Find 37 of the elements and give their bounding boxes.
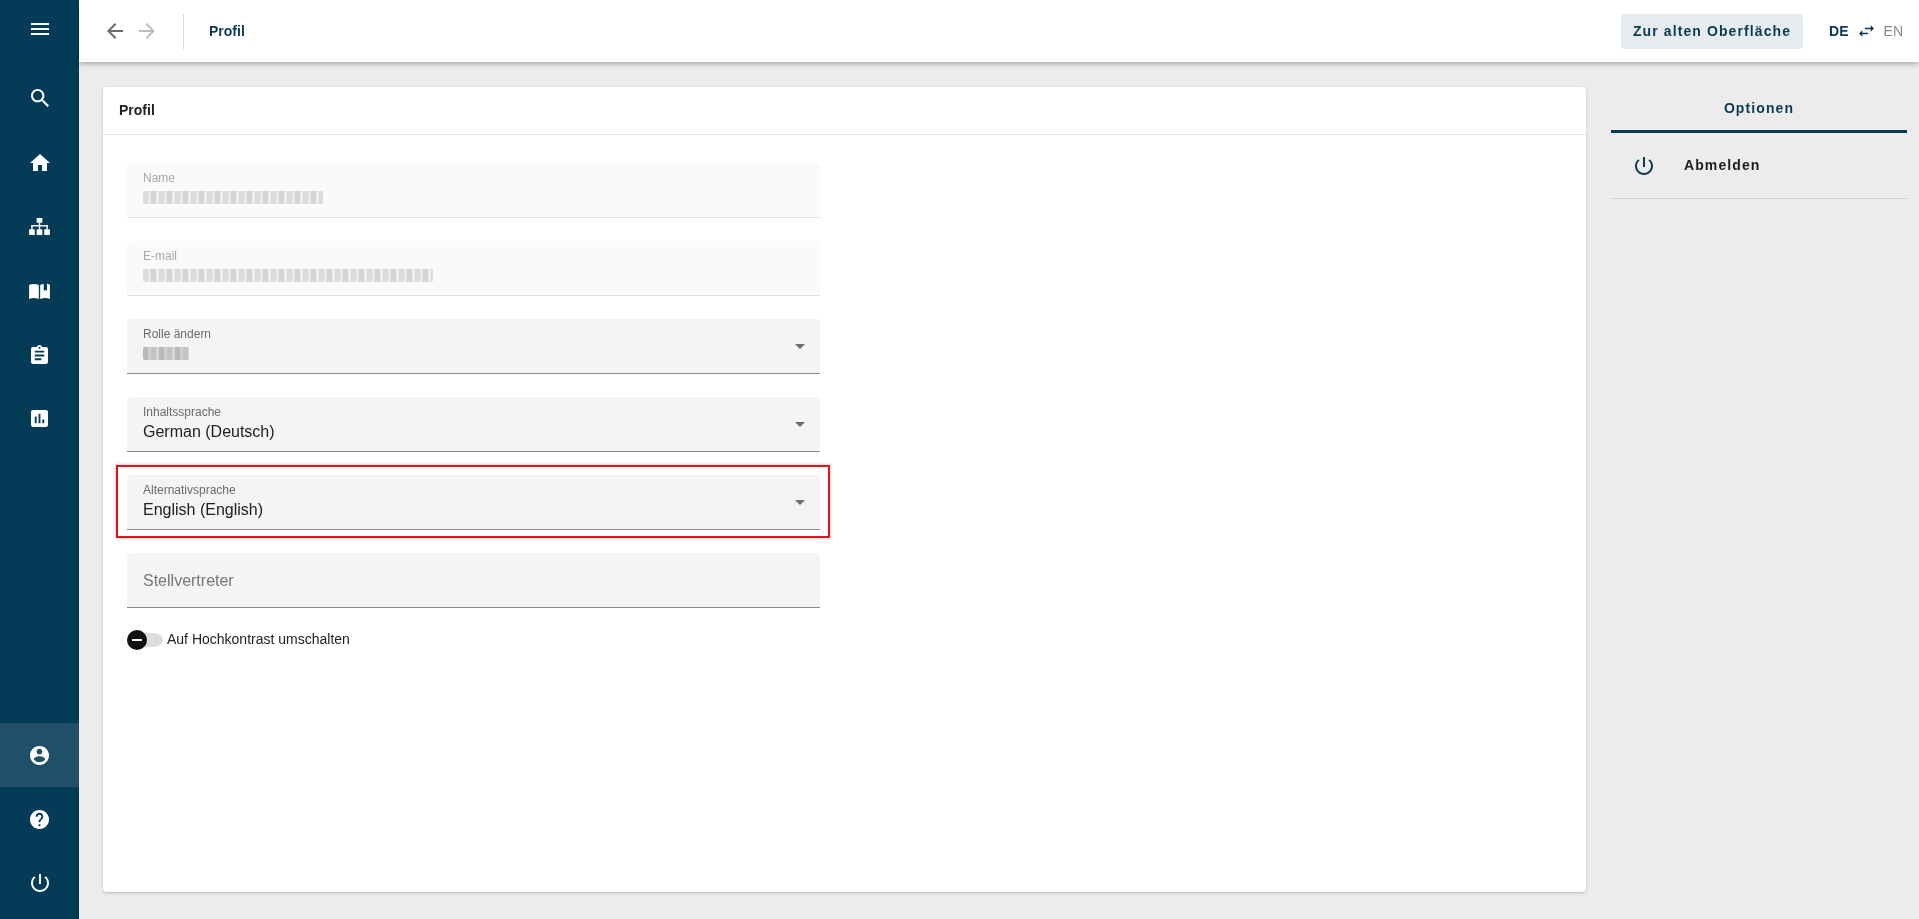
select-field[interactable]: Inhaltssprache German (Deutsch): [127, 397, 820, 452]
help-icon: [30, 809, 49, 829]
select-field[interactable]: Alternativsprache English (English): [127, 475, 820, 530]
clipboard-icon: [31, 344, 48, 364]
field-label: Name: [143, 171, 175, 185]
sidebar-nav-item[interactable]: [0, 723, 79, 787]
select-field[interactable]: Rolle ändern: [127, 319, 820, 374]
toggle-label: Auf Hochkontrast umschalten: [167, 630, 350, 649]
dropdown-arrow-icon: [795, 500, 805, 505]
power-icon: [30, 874, 49, 892]
language-option[interactable]: DE: [1829, 20, 1849, 42]
minus-circle-icon: [127, 629, 147, 650]
toggle-switch[interactable]: [127, 629, 163, 650]
open-book-icon: [29, 281, 50, 299]
field-placeholder: Stellvertreter: [143, 571, 234, 591]
sitemap-icon: [29, 217, 50, 235]
language-option[interactable]: EN: [1883, 20, 1903, 42]
bar-chart-icon: [31, 409, 48, 427]
card-title: Profil: [119, 101, 155, 120]
field-label: Rolle ändern: [143, 327, 212, 341]
field-label: E-mail: [143, 249, 177, 263]
search-icon: [30, 89, 49, 107]
legacy-ui-button[interactable]: Zur alten Oberfläche: [1620, 13, 1804, 49]
power-icon: [1635, 156, 1653, 175]
field-value: English (English): [143, 500, 264, 520]
text-field[interactable]: Stellvertreter: [127, 553, 820, 608]
field-value: German (Deutsch): [143, 422, 275, 442]
page-title: Profil: [209, 21, 245, 41]
logout-item[interactable]: Abmelden: [1611, 133, 1907, 199]
options-tab[interactable]: Optionen: [1611, 87, 1907, 133]
home-icon: [29, 153, 50, 171]
swap-icon[interactable]: [1858, 25, 1874, 37]
dropdown-arrow-icon: [795, 344, 805, 349]
field-label: Inhaltssprache: [143, 405, 222, 419]
menu-icon: [30, 23, 49, 35]
field-label: Alternativsprache: [143, 483, 236, 497]
dropdown-arrow-icon: [795, 422, 805, 427]
